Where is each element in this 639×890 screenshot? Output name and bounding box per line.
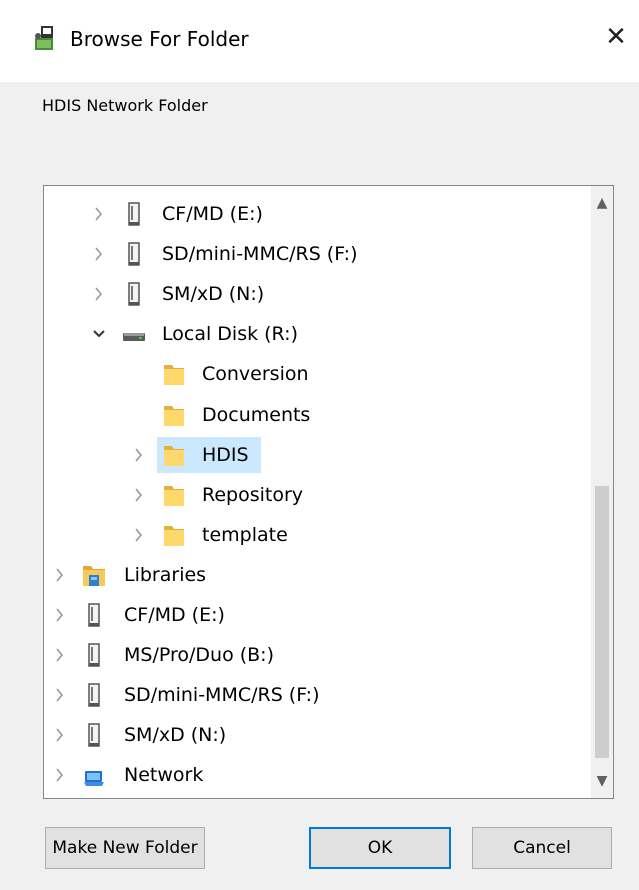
libraries-icon: [82, 562, 106, 588]
chevron-down-icon[interactable]: [91, 316, 107, 352]
title-bar: Browse For Folder ✕: [0, 0, 639, 82]
tree-item-label: Local Disk (R:): [162, 323, 298, 346]
tree-item[interactable]: SD/mini-MMC/RS (F:): [44, 677, 584, 713]
tree-item[interactable]: Libraries: [44, 557, 584, 593]
tree-item[interactable]: CF/MD (E:): [44, 597, 584, 633]
tree-item[interactable]: Documents: [44, 397, 584, 433]
folder-icon: [162, 482, 186, 508]
tree-item[interactable]: SD/mini-MMC/RS (F:): [44, 236, 584, 272]
scrollbar-thumb[interactable]: [595, 486, 609, 758]
removable-drive-icon: [82, 682, 106, 708]
scroll-down-arrow-icon[interactable]: ▼: [591, 770, 613, 792]
chevron-right-icon[interactable]: [131, 517, 147, 553]
chevron-right-icon[interactable]: [52, 637, 68, 673]
ok-button[interactable]: OK: [309, 827, 451, 869]
close-icon: ✕: [605, 22, 627, 52]
vertical-scrollbar[interactable]: ▲ ▼: [591, 186, 613, 798]
tree-item-label: SD/mini-MMC/RS (F:): [162, 243, 358, 266]
tree-item-label: HDIS: [202, 443, 249, 466]
chevron-right-icon[interactable]: [131, 477, 147, 513]
removable-drive-icon: [82, 642, 106, 668]
dialog-instruction: HDIS Network Folder: [42, 96, 208, 115]
tree-item-label: SD/mini-MMC/RS (F:): [124, 684, 320, 707]
tree-item[interactable]: CF/MD (E:): [44, 196, 584, 232]
chevron-right-icon[interactable]: [52, 597, 68, 633]
chevron-right-icon[interactable]: [131, 437, 147, 473]
tree-item[interactable]: template: [44, 517, 584, 553]
chevron-right-icon[interactable]: [91, 196, 107, 232]
tree-item-label: template: [202, 523, 288, 546]
tree-item[interactable]: SM/xD (N:): [44, 276, 584, 312]
cancel-button[interactable]: Cancel: [472, 827, 612, 869]
scroll-up-arrow-icon[interactable]: ▲: [591, 192, 613, 214]
tree-item-label: Conversion: [202, 363, 309, 386]
folder-icon: [162, 361, 186, 387]
tree-item[interactable]: MS/Pro/Duo (B:): [44, 637, 584, 673]
tree-item[interactable]: HDIS: [44, 437, 584, 473]
tree-item[interactable]: Local Disk (R:): [44, 316, 584, 352]
removable-drive-icon: [82, 602, 106, 628]
tree-item[interactable]: SM/xD (N:): [44, 717, 584, 753]
folder-icon: [162, 522, 186, 548]
tree-item-label: MS/Pro/Duo (B:): [124, 644, 274, 667]
folder-tree[interactable]: CF/MD (E:) SD/mini-MMC/RS (F:) SM/xD (N:) L…: [43, 185, 614, 799]
tree-item-label: SM/xD (N:): [124, 724, 227, 747]
removable-drive-icon: [122, 201, 146, 227]
close-button[interactable]: ✕: [593, 14, 639, 60]
browse-folder-app-icon: [35, 26, 53, 50]
folder-icon: [162, 402, 186, 428]
removable-drive-icon: [82, 722, 106, 748]
network-icon: [82, 762, 106, 788]
hard-disk-icon: [122, 321, 146, 347]
chevron-right-icon[interactable]: [52, 757, 68, 793]
chevron-right-icon[interactable]: [91, 276, 107, 312]
tree-item[interactable]: Network: [44, 757, 584, 793]
removable-drive-icon: [122, 241, 146, 267]
tree-item-label: CF/MD (E:): [162, 203, 263, 225]
tree-item-label: Documents: [202, 403, 311, 426]
chevron-right-icon[interactable]: [52, 557, 68, 593]
chevron-right-icon[interactable]: [52, 717, 68, 753]
dialog-title: Browse For Folder: [70, 27, 249, 51]
tree-item-label: Libraries: [124, 563, 207, 586]
tree-item-label: SM/xD (N:): [162, 283, 265, 306]
tree-item-label: Repository: [202, 483, 304, 506]
tree-item-label: Network: [124, 764, 204, 787]
tree-item[interactable]: Repository: [44, 477, 584, 513]
tree-item[interactable]: Conversion: [44, 356, 584, 392]
tree-item-label: CF/MD (E:): [124, 604, 225, 626]
chevron-right-icon[interactable]: [52, 677, 68, 713]
folder-icon: [162, 442, 186, 468]
chevron-right-icon[interactable]: [91, 236, 107, 272]
make-new-folder-button[interactable]: Make New Folder: [45, 827, 205, 869]
removable-drive-icon: [122, 281, 146, 307]
